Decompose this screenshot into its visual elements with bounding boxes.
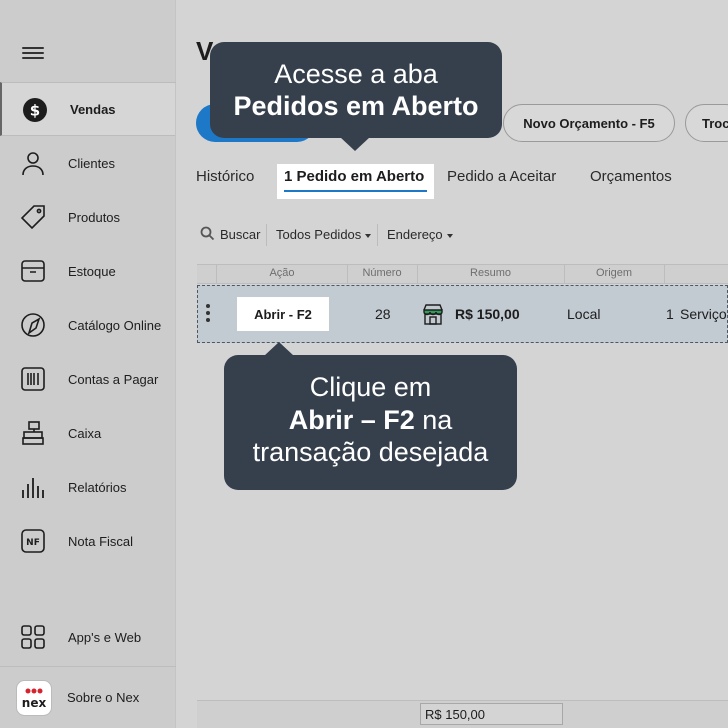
kebab-menu-icon[interactable]	[206, 304, 210, 325]
person-icon	[20, 150, 46, 176]
sidebar-item-label: Nota Fiscal	[68, 533, 134, 549]
apps-grid-icon	[20, 624, 46, 650]
abrir-f2-button[interactable]: Abrir - F2	[237, 297, 329, 331]
tooltip-line: Acesse a aba	[274, 59, 438, 89]
svg-text:nex: nex	[22, 696, 47, 710]
sidebar-item-apps[interactable]: App's e Web	[0, 610, 175, 664]
sidebar-item-contas[interactable]: Contas a Pagar	[0, 352, 175, 406]
svg-text:NF: NF	[26, 538, 40, 548]
tag-icon	[20, 204, 46, 230]
sidebar-item-label: Produtos	[68, 209, 121, 225]
novo-orcamento-button[interactable]: Novo Orçamento - F5	[503, 104, 675, 142]
search-icon[interactable]	[200, 226, 215, 244]
cell-origem: Local	[567, 306, 601, 322]
hamburger-menu-icon[interactable]	[22, 44, 44, 62]
sidebar-item-label: App's e Web	[68, 629, 142, 645]
tab-pedido-em-aberto[interactable]: 1 Pedido em Aberto	[284, 168, 424, 185]
filter-separator	[377, 224, 378, 246]
sidebar-divider	[0, 666, 176, 667]
box-icon	[20, 258, 46, 284]
caret-down-icon	[446, 233, 453, 238]
tooltip-line-bold: Pedidos em Aberto	[233, 91, 479, 121]
column-header-numero[interactable]: Número	[347, 267, 417, 279]
sidebar-item-sobre[interactable]: nex Sobre o Nex	[0, 670, 175, 724]
barcode-icon	[20, 366, 46, 392]
table-header: Ação Número Resumo Origem	[197, 264, 728, 284]
tab-underline	[284, 190, 427, 192]
column-header-origem[interactable]: Origem	[564, 267, 664, 279]
sidebar-item-produtos[interactable]: Produtos	[0, 190, 175, 244]
search-button[interactable]: Buscar	[220, 227, 260, 242]
sidebar-item-label: Clientes	[68, 155, 115, 171]
todos-pedidos-dropdown[interactable]: Todos Pedidos	[276, 227, 372, 242]
filter-separator	[266, 224, 267, 246]
sidebar-item-vendas[interactable]: $ Vendas	[0, 82, 175, 136]
sidebar-item-label: Relatórios	[68, 479, 127, 495]
sidebar-item-label: Contas a Pagar	[68, 371, 159, 387]
caret-down-icon	[365, 233, 372, 238]
cell-quantidade: 1	[666, 306, 674, 322]
column-header-resumo[interactable]: Resumo	[417, 267, 564, 279]
table-row[interactable]: Abrir - F2 28 R$ 150,00 Local 1 Serviço	[197, 285, 728, 343]
sidebar-item-estoque[interactable]: Estoque	[0, 244, 175, 298]
column-separator	[664, 265, 665, 284]
tab-orcamentos[interactable]: Orçamentos	[590, 168, 672, 185]
sidebar-item-label: Catálogo Online	[68, 317, 162, 333]
endereco-dropdown[interactable]: Endereço	[387, 227, 453, 242]
column-header-acao[interactable]: Ação	[217, 267, 347, 279]
nex-logo-icon: nex	[16, 680, 52, 716]
sidebar: $ Vendas Clientes Produtos Estoque Catál…	[0, 0, 176, 728]
bar-chart-icon	[20, 474, 46, 500]
sidebar-item-relatorios[interactable]: Relatórios	[0, 460, 175, 514]
tooltip-line-mixed: Abrir – F2 na	[288, 404, 453, 435]
sidebar-item-label: Sobre o Nex	[67, 689, 140, 705]
troca-button[interactable]: Troc	[685, 104, 728, 142]
catalog-icon	[20, 312, 46, 338]
store-icon	[422, 303, 444, 328]
sidebar-item-label: Vendas	[70, 101, 116, 117]
cash-register-icon	[20, 420, 46, 446]
cell-item: Serviço	[680, 306, 727, 322]
table-footer: R$ 150,00	[197, 700, 728, 728]
sidebar-item-nota-fiscal[interactable]: NF Nota Fiscal	[0, 514, 175, 568]
sidebar-item-label: Estoque	[68, 263, 116, 279]
footer-total: R$ 150,00	[420, 703, 563, 725]
sidebar-item-clientes[interactable]: Clientes	[0, 136, 175, 190]
tab-pedido-a-aceitar[interactable]: Pedido a Aceitar	[447, 168, 556, 185]
cell-valor: R$ 150,00	[455, 306, 520, 322]
sidebar-item-caixa[interactable]: Caixa	[0, 406, 175, 460]
endereco-label: Endereço	[387, 227, 443, 242]
svg-text:$: $	[30, 102, 40, 120]
tooltip-abrir-f2: Clique em Abrir – F2 na transação deseja…	[224, 342, 517, 490]
tab-historico[interactable]: Histórico	[196, 168, 254, 185]
tooltip-line: transação desejada	[252, 437, 489, 467]
cell-numero: 28	[375, 306, 391, 322]
tooltip-line: Clique em	[309, 372, 432, 402]
tooltip-pedidos-em-aberto: Acesse a aba Pedidos em Aberto	[210, 42, 502, 151]
dollar-circle-icon: $	[22, 97, 48, 123]
nf-icon: NF	[20, 528, 46, 554]
sidebar-item-label: Caixa	[68, 425, 102, 441]
sidebar-item-catalogo[interactable]: Catálogo Online	[0, 298, 175, 352]
todos-pedidos-label: Todos Pedidos	[276, 227, 362, 242]
